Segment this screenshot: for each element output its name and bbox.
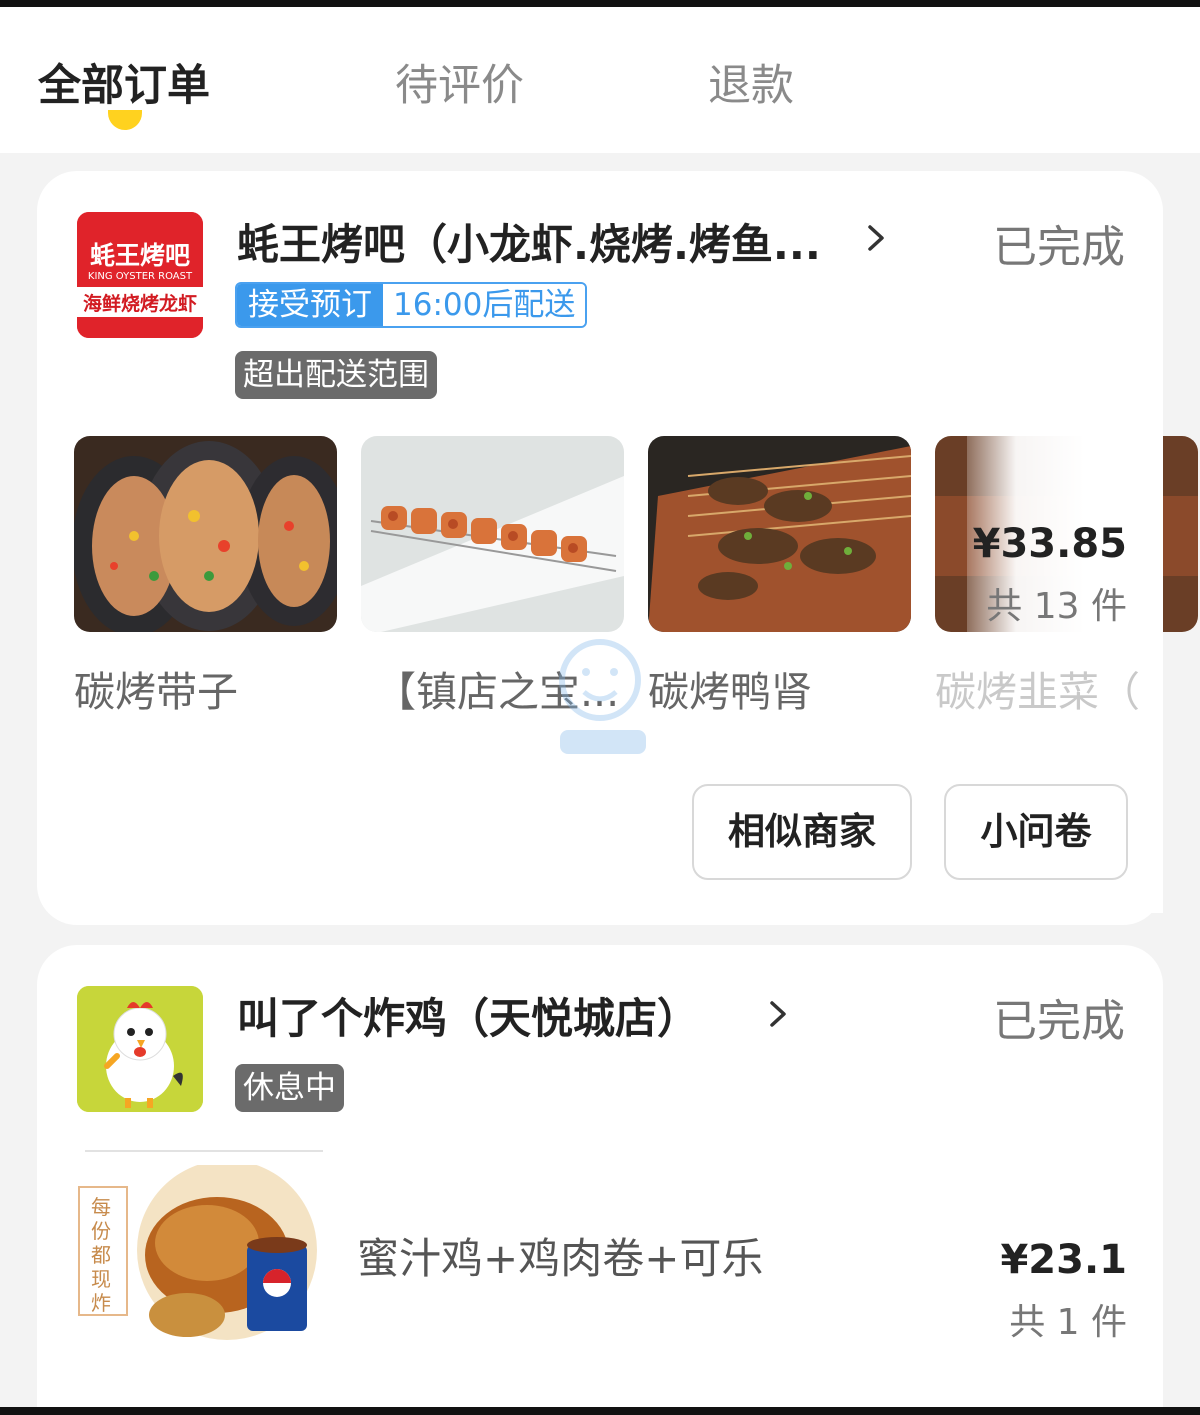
delivery-tags: 接受预订 16:00后配送 <box>235 282 588 328</box>
order-item-count: 共 13 件 <box>986 586 1127 627</box>
logo-main-text: 蚝王烤吧 <box>90 241 190 270</box>
item-image-skewer[interactable] <box>361 436 624 632</box>
item-name: 碳烤韭菜（ <box>935 668 1140 716</box>
item-name: 碳烤带子 <box>74 668 238 716</box>
chevron-right-icon[interactable] <box>765 1001 791 1027</box>
tab-refund[interactable]: 退款 <box>708 51 794 113</box>
top-edge <box>0 0 1200 7</box>
shop-logo[interactable] <box>77 986 203 1112</box>
order-status: 已完成 <box>993 222 1125 273</box>
active-tab-indicator <box>108 110 142 130</box>
chevron-right-icon[interactable] <box>863 225 889 251</box>
order-status: 已完成 <box>993 996 1125 1047</box>
item-image-duck-gizzard[interactable] <box>648 436 911 632</box>
watermark-logo <box>559 639 646 754</box>
order-total-price: ¥23.1 <box>1000 1237 1127 1283</box>
svg-text:海鲜烧烤龙虾: 海鲜烧烤龙虾 <box>83 292 197 315</box>
combo-image[interactable]: 每份都现炸 <box>77 1160 333 1345</box>
svg-text:蚝王烤吧: 蚝王烤吧 <box>90 241 190 270</box>
order-card[interactable]: 叫了个炸鸡（天悦城店） 已完成 休息中 每份都现炸 蜜汁鸡+鸡肉卷+可乐 ¥23… <box>37 945 1163 1415</box>
svg-text:KING OYSTER ROAST: KING OYSTER ROAST <box>88 271 193 282</box>
order-card[interactable]: 蚝王烤吧 KING OYSTER ROAST 海鲜烧烤龙虾 蚝王烤吧（小龙虾.烧… <box>37 171 1198 925</box>
survey-button[interactable]: 小问卷 <box>944 784 1128 880</box>
combo-name: 蜜汁鸡+鸡肉卷+可乐 <box>357 1234 764 1283</box>
order-total-price: ¥33.85 <box>972 521 1127 567</box>
logo-en-text: KING OYSTER ROAST <box>88 271 193 282</box>
shop-name[interactable]: 叫了个炸鸡（天悦城店） <box>237 985 699 1046</box>
order-item-count: 共 1 件 <box>1009 1302 1127 1343</box>
logo-sub-text: 海鲜烧烤龙虾 <box>83 292 197 315</box>
booking-tag: 接受预订 <box>237 284 383 326</box>
shop-name[interactable]: 蚝王烤吧（小龙虾.烧烤.烤鱼... <box>237 211 821 272</box>
delivery-time-tag: 16:00后配送 <box>383 284 586 326</box>
out-of-range-tag: 超出配送范围 <box>235 351 437 399</box>
tab-all-orders[interactable]: 全部订单 <box>38 51 210 113</box>
item-name: 碳烤鸭肾 <box>648 668 812 716</box>
bottom-edge <box>0 1407 1200 1415</box>
order-tabs: 全部订单 待评价 退款 <box>0 7 1200 153</box>
tab-to-review[interactable]: 待评价 <box>395 51 524 113</box>
combo-side-text: 每份都现炸 <box>91 1195 111 1315</box>
divider <box>85 1150 323 1152</box>
shop-logo[interactable]: 蚝王烤吧 KING OYSTER ROAST 海鲜烧烤龙虾 <box>77 212 203 338</box>
item-image-scallop[interactable] <box>74 436 337 632</box>
resting-tag: 休息中 <box>235 1064 344 1112</box>
similar-shops-button[interactable]: 相似商家 <box>692 784 912 880</box>
